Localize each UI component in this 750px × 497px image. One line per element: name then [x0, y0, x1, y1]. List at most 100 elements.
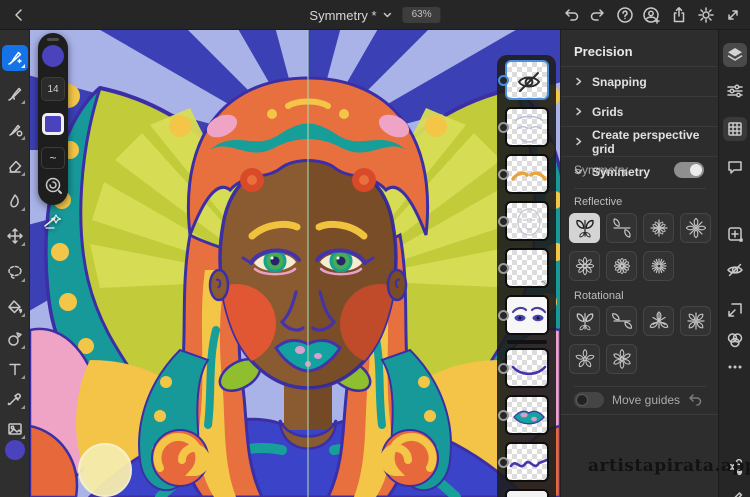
- layer-select-badge[interactable]: [498, 75, 509, 86]
- settings-button[interactable]: [692, 2, 719, 28]
- layer-select-badge[interactable]: [498, 410, 509, 421]
- chevron-right-icon: [574, 107, 583, 116]
- layer-select-badge[interactable]: [498, 310, 509, 321]
- section-perspective-grid[interactable]: Create perspective grid: [561, 126, 719, 156]
- move-into-frame-icon: [725, 300, 745, 320]
- layer-thumbnail-1[interactable]: [505, 60, 549, 100]
- document-title-menu[interactable]: Symmetry *: [309, 8, 392, 23]
- more-dots-icon: [725, 357, 745, 377]
- tool-vector-brush[interactable]: [2, 45, 28, 71]
- rotational-6-button[interactable]: [606, 344, 637, 374]
- redo-button[interactable]: [584, 2, 611, 28]
- pencil-icon: [725, 487, 745, 497]
- tool-place-image[interactable]: [2, 416, 28, 442]
- reflective-clover-button[interactable]: [680, 213, 711, 243]
- symmetry-toggle[interactable]: [674, 162, 704, 178]
- streamline-button[interactable]: [43, 175, 63, 195]
- undo-button[interactable]: [557, 2, 584, 28]
- tool-smudge[interactable]: [2, 188, 28, 214]
- rotational-label: Rotational: [574, 290, 624, 302]
- chevron-right-icon: [574, 77, 583, 86]
- share-button[interactable]: [665, 2, 692, 28]
- layer-select-badge[interactable]: [498, 263, 509, 274]
- document-title: Symmetry *: [309, 8, 376, 23]
- grid-icon: [725, 119, 745, 139]
- color-mix-button[interactable]: [723, 328, 747, 352]
- more-options-button[interactable]: [723, 355, 747, 379]
- layer-thumbnail-7[interactable]: [505, 348, 549, 388]
- comments-button[interactable]: [723, 155, 747, 179]
- reflective-label: Reflective: [574, 196, 622, 208]
- brush-options-panel[interactable]: 14 ~: [38, 33, 68, 205]
- symmetry-toggle-label: Symmetry: [574, 163, 628, 177]
- layer-thumbnail-8[interactable]: [505, 395, 549, 435]
- help-button[interactable]: [611, 2, 638, 28]
- layer-thumbnail-5[interactable]: [505, 248, 549, 288]
- layer-select-badge[interactable]: [498, 363, 509, 374]
- toolbar-color-well[interactable]: [5, 440, 25, 460]
- rotational-2-butterfly-button[interactable]: [569, 306, 600, 336]
- layer-group-divider: [507, 340, 547, 344]
- rotational-3-button[interactable]: [643, 306, 674, 336]
- precision-panel-button[interactable]: [723, 117, 747, 141]
- wand-icon: [42, 210, 64, 230]
- reflective-quad-mirror-button[interactable]: [643, 213, 674, 243]
- reflective-mandala-12-button[interactable]: [606, 251, 637, 281]
- transform-layer-button[interactable]: [723, 298, 747, 322]
- tool-live-brush[interactable]: [2, 117, 28, 143]
- add-layer-button[interactable]: [723, 222, 747, 246]
- layer-thumbnail-6[interactable]: [505, 295, 549, 335]
- brush-size-value[interactable]: 14: [41, 77, 65, 101]
- invite-button[interactable]: [638, 2, 665, 28]
- reflective-two-axis-button[interactable]: [606, 213, 637, 243]
- help-icon: [616, 6, 634, 24]
- section-snapping[interactable]: Snapping: [561, 66, 719, 96]
- rotational-2-leaf-button[interactable]: [606, 306, 637, 336]
- back-button[interactable]: [8, 4, 30, 26]
- brush-color-preview[interactable]: [42, 45, 64, 67]
- tool-shape[interactable]: [2, 326, 28, 352]
- drawing-canvas[interactable]: [30, 30, 560, 497]
- tool-fill[interactable]: [2, 294, 28, 320]
- rotational-4-button[interactable]: [680, 306, 711, 336]
- share-icon: [670, 6, 688, 24]
- fullscreen-button[interactable]: [719, 2, 746, 28]
- zoom-level-badge[interactable]: 63%: [403, 7, 441, 23]
- tool-eraser[interactable]: [2, 153, 28, 179]
- color-swatch[interactable]: [42, 113, 64, 135]
- reflective-mandala-16-button[interactable]: [643, 251, 674, 281]
- chevron-right-icon: [574, 137, 583, 146]
- taper-settings-button[interactable]: [42, 210, 64, 230]
- tool-eyedropper[interactable]: [2, 386, 28, 412]
- layer-thumbnail-10[interactable]: [505, 489, 549, 497]
- layer-thumbnail-4[interactable]: [505, 201, 549, 241]
- tool-pixel-brush[interactable]: [2, 81, 28, 107]
- watermark: artistapirata.app: [588, 456, 750, 476]
- pencil-button[interactable]: [723, 485, 747, 497]
- layers-panel-button[interactable]: [723, 43, 747, 67]
- hide-layer-button[interactable]: [723, 258, 747, 282]
- move-guides-toggle[interactable]: [574, 392, 604, 408]
- chevron-left-icon: [11, 7, 27, 23]
- eye-off-icon: [725, 260, 745, 280]
- layer-thumbnail-3[interactable]: [505, 154, 549, 194]
- layer-select-badge[interactable]: [498, 122, 509, 133]
- smoothing-button[interactable]: ~: [41, 147, 65, 169]
- rotational-5-button[interactable]: [569, 344, 600, 374]
- reflective-vertical-butterfly-button[interactable]: [569, 213, 600, 243]
- tool-move[interactable]: [2, 223, 28, 249]
- move-guides-label: Move guides: [612, 393, 680, 407]
- layer-properties-button[interactable]: [723, 79, 747, 103]
- layer-select-badge[interactable]: [498, 216, 509, 227]
- reflective-mandala-8-button[interactable]: [569, 251, 600, 281]
- tool-text[interactable]: [2, 356, 28, 382]
- tool-lasso[interactable]: [2, 259, 28, 285]
- layer-thumbnail-9[interactable]: [505, 442, 549, 482]
- layer-thumbnail-2[interactable]: [505, 107, 549, 147]
- reset-guides-button[interactable]: [686, 390, 704, 413]
- layer-select-badge[interactable]: [498, 457, 509, 468]
- layer-select-badge[interactable]: [498, 169, 509, 180]
- panel-drag-handle[interactable]: [47, 38, 59, 41]
- section-grids[interactable]: Grids: [561, 96, 719, 126]
- redo-icon: [589, 6, 607, 24]
